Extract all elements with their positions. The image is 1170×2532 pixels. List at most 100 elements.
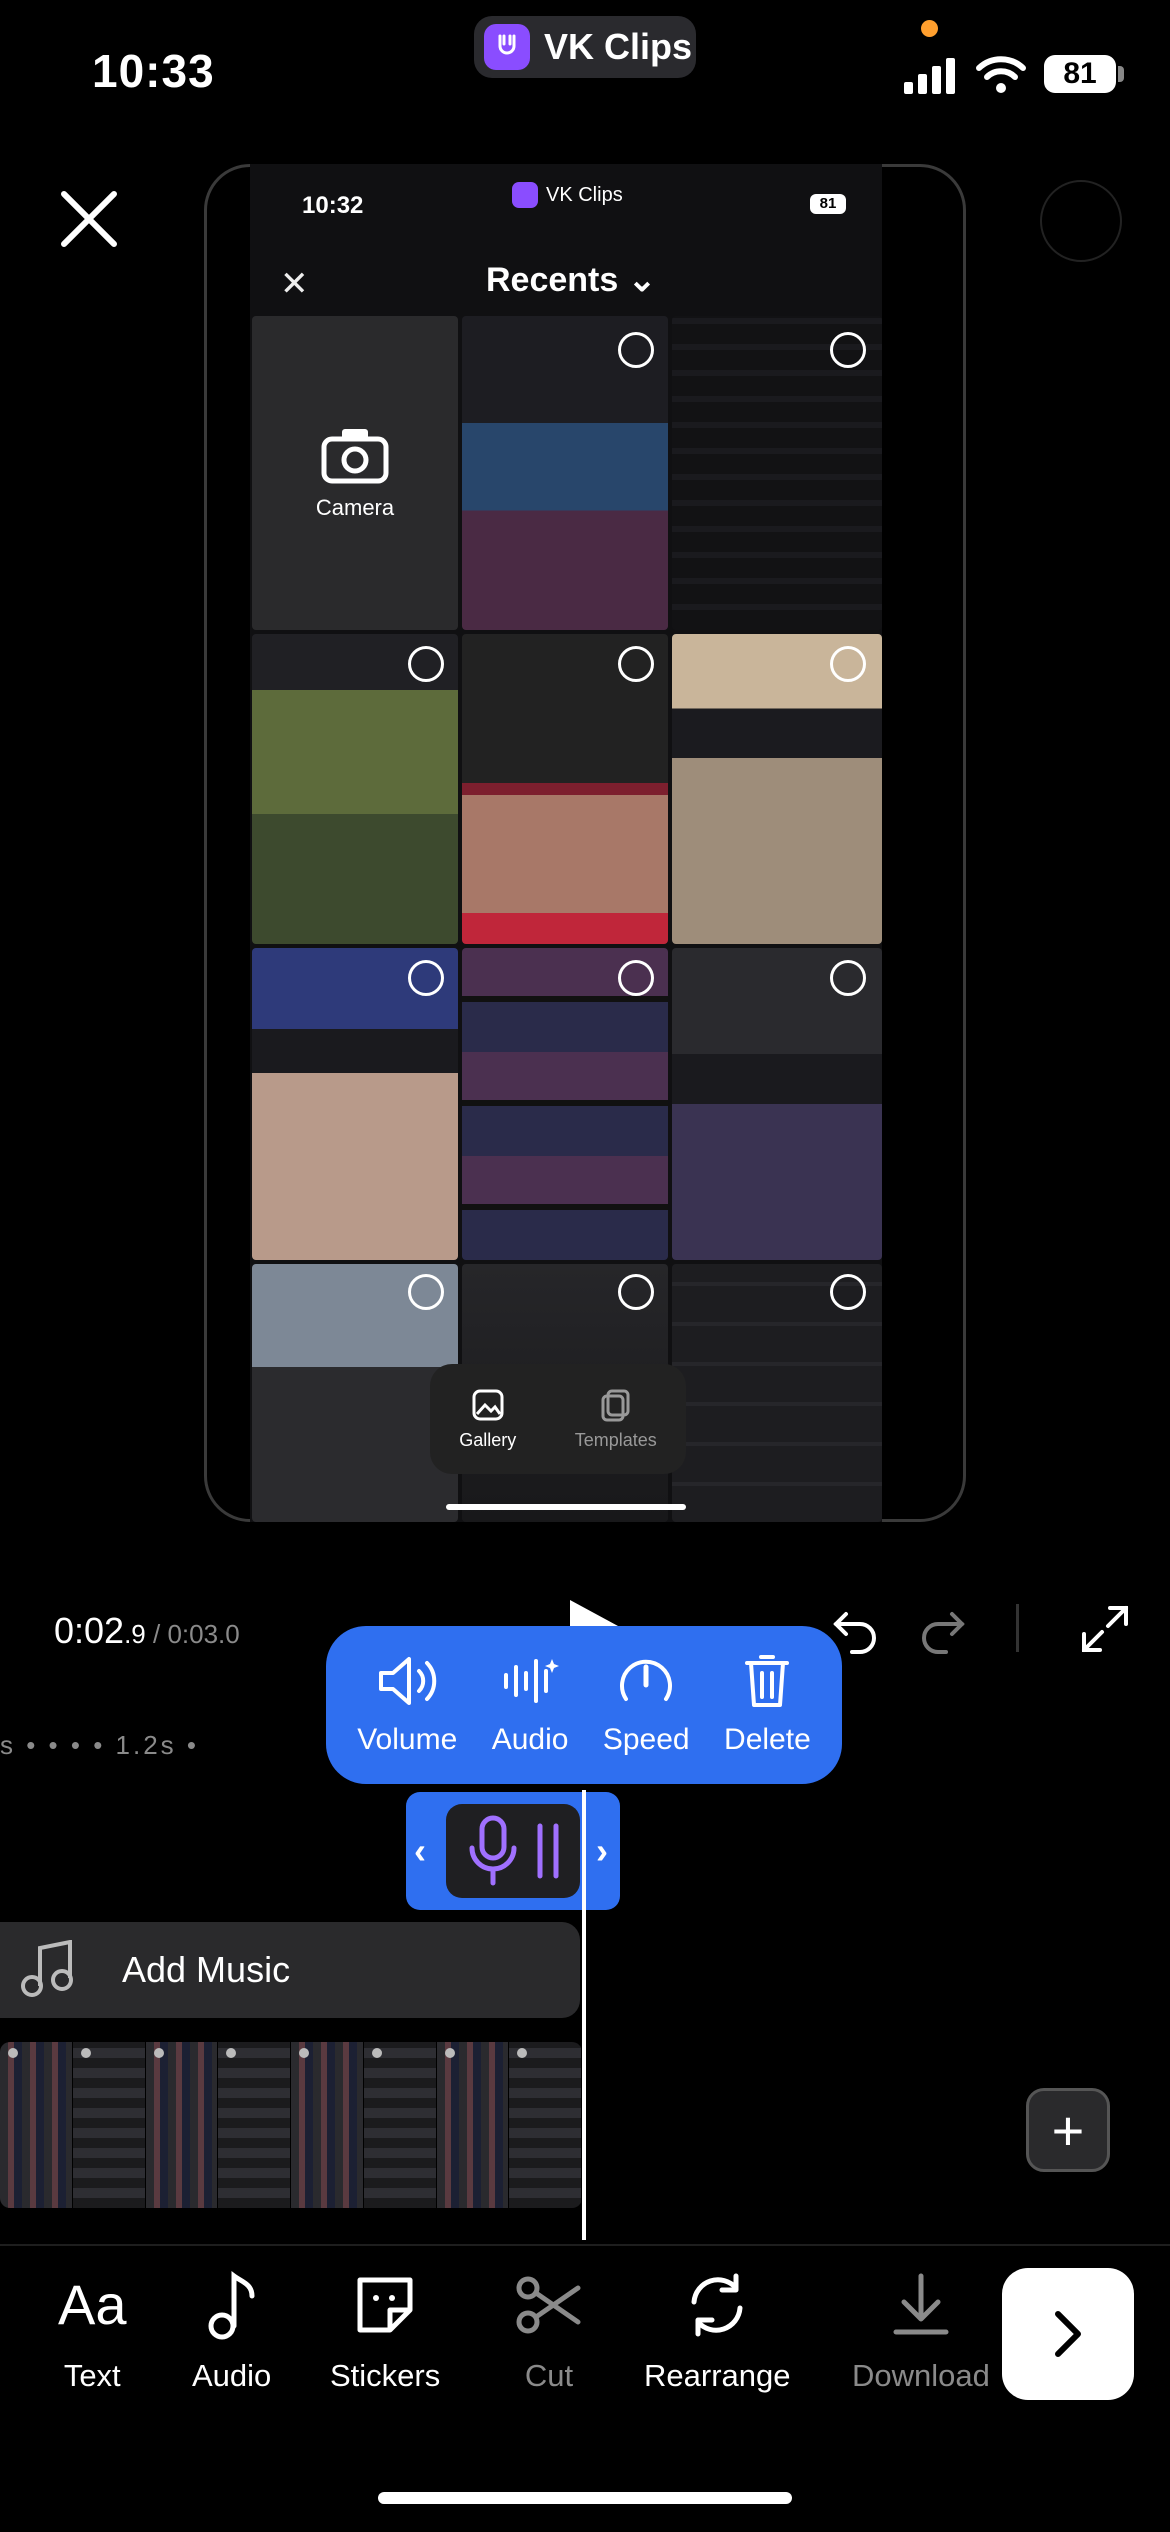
filmstrip-frame — [145, 2042, 219, 2208]
chevron-right-icon — [1055, 2311, 1081, 2357]
volume-icon — [379, 1657, 437, 1705]
options-circle-button[interactable] — [1040, 180, 1122, 262]
signal-icon — [904, 58, 958, 94]
audio-button[interactable]: Audio — [491, 1653, 569, 1757]
download-tool-button[interactable]: Download — [852, 2270, 990, 2394]
speed-button[interactable]: Speed — [603, 1653, 690, 1757]
video-preview-content: 10:32 VK Clips 81 ✕ Recents ⌄ Camera Gal… — [250, 164, 882, 1522]
select-circle — [618, 332, 654, 368]
select-circle — [830, 1274, 866, 1310]
add-music-label: Add Music — [122, 1949, 291, 1990]
preview-home-indicator — [446, 1504, 686, 1510]
playback-time: 0:02.9 / 0:03.0 — [54, 1610, 240, 1651]
select-circle — [830, 332, 866, 368]
vk-clips-logo-icon — [484, 24, 530, 70]
templates-label: Templates — [574, 1429, 657, 1450]
text-icon: Aa — [58, 2273, 127, 2336]
camera-label: Camera — [315, 495, 395, 520]
delete-button[interactable]: Delete — [724, 1653, 811, 1757]
gallery-icon — [472, 1389, 504, 1420]
select-circle — [830, 646, 866, 682]
templates-icon — [601, 1389, 630, 1421]
microphone-icon — [469, 1815, 559, 1886]
preview-app-name: VK Clips — [546, 183, 623, 206]
battery-tip — [1118, 66, 1124, 82]
music-note-icon — [21, 1940, 73, 1997]
volume-label: Volume — [357, 1723, 458, 1756]
music-note-icon — [208, 2271, 255, 2340]
trim-right-handle[interactable]: › — [596, 1830, 608, 1872]
rearrange-tool-label: Rearrange — [644, 2358, 791, 2393]
select-circle — [618, 960, 654, 996]
privacy-dot — [921, 20, 938, 37]
redo-icon[interactable] — [916, 1604, 966, 1654]
select-circle — [618, 646, 654, 682]
preview-app-pill: VK Clips — [512, 182, 623, 208]
filmstrip-frame — [363, 2042, 437, 2208]
audio-tool-button[interactable]: Audio — [192, 2270, 271, 2394]
preview-status-time: 10:32 — [302, 192, 364, 219]
camera-tile: Camera — [252, 316, 458, 630]
video-track-filmstrip[interactable] — [0, 2042, 582, 2208]
clip-actions-popup: Volume Audio Speed Delete — [326, 1626, 842, 1784]
playhead[interactable] — [582, 1790, 586, 2240]
select-circle — [408, 960, 444, 996]
filmstrip-frame — [0, 2042, 73, 2208]
cut-tool-label: Cut — [524, 2358, 574, 2393]
gallery-tab: Gallery — [459, 1388, 516, 1451]
voice-clip[interactable]: ‹ › — [406, 1792, 620, 1910]
preview-battery-icon: 81 — [810, 194, 846, 214]
timeline-ruler: s • • • • 1.2s • — [0, 1730, 199, 1760]
filmstrip-frame — [509, 2042, 582, 2208]
rearrange-icon — [691, 2273, 743, 2337]
select-circle — [830, 960, 866, 996]
fullscreen-icon[interactable] — [1080, 1604, 1130, 1654]
preview-vk-logo-icon — [512, 182, 538, 208]
close-icon[interactable] — [58, 188, 120, 250]
speed-gauge-icon — [620, 1659, 673, 1701]
status-time: 10:33 — [92, 45, 215, 97]
speed-label: Speed — [602, 1723, 690, 1756]
templates-tab: Templates — [575, 1388, 657, 1451]
app-indicator-label: VK Clips — [544, 26, 693, 67]
scissors-icon — [516, 2276, 581, 2334]
delete-label: Delete — [724, 1723, 811, 1756]
preview-close-icon: ✕ — [280, 265, 309, 303]
stickers-tool-label: Stickers — [330, 2358, 441, 2393]
text-tool-button[interactable]: Aa Text — [58, 2270, 127, 2394]
app-indicator-pill[interactable]: VK Clips — [474, 16, 696, 78]
filmstrip-frame — [291, 2042, 364, 2208]
audio-label: Audio — [491, 1723, 569, 1756]
sticker-icon — [357, 2277, 413, 2333]
add-clip-button[interactable]: + — [1026, 2088, 1110, 2172]
select-circle — [408, 1274, 444, 1310]
preview-title: Recents ⌄ — [486, 261, 657, 299]
home-indicator — [378, 2492, 792, 2504]
gallery-label: Gallery — [459, 1429, 517, 1450]
trash-icon — [745, 1655, 790, 1707]
volume-button[interactable]: Volume — [357, 1653, 457, 1757]
audio-wave-icon — [504, 1659, 560, 1703]
voice-clip-body — [446, 1804, 580, 1898]
filmstrip-frame — [72, 2042, 146, 2208]
undo-icon[interactable] — [832, 1604, 882, 1654]
cut-tool-button[interactable]: Cut — [514, 2270, 584, 2394]
select-circle — [618, 1274, 654, 1310]
audio-tool-label: Audio — [192, 2358, 272, 2393]
filmstrip-frame — [436, 2042, 510, 2208]
filmstrip-frame — [218, 2042, 291, 2208]
download-tool-label: Download — [852, 2358, 990, 2393]
camera-icon — [321, 429, 389, 484]
select-circle — [408, 646, 444, 682]
rearrange-tool-button[interactable]: Rearrange — [644, 2270, 790, 2394]
text-tool-label: Text — [63, 2358, 121, 2393]
plus-icon: + — [1051, 2098, 1085, 2162]
download-icon — [893, 2273, 949, 2335]
next-button[interactable] — [1002, 2268, 1134, 2400]
divider — [1016, 1604, 1019, 1652]
add-music-button[interactable]: Add Music — [0, 1922, 580, 2018]
toolbar-divider — [0, 2244, 1170, 2246]
stickers-tool-button[interactable]: Stickers — [330, 2270, 440, 2394]
wifi-icon — [976, 54, 1026, 94]
trim-left-handle[interactable]: ‹ — [414, 1830, 426, 1872]
